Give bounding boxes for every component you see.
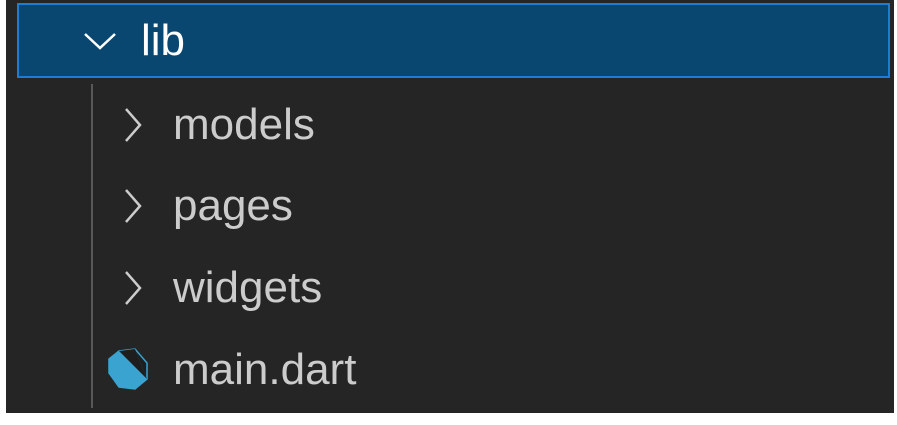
file-label: main.dart — [173, 345, 357, 394]
chevron-right-icon — [116, 268, 150, 308]
tree-file-main-dart[interactable]: main.dart — [6, 330, 894, 410]
dart-file-icon — [104, 346, 152, 394]
tree-folder-pages[interactable]: pages — [6, 166, 894, 246]
folder-label: pages — [173, 181, 293, 230]
folder-label: models — [173, 100, 315, 149]
tree-folder-models[interactable]: models — [6, 85, 894, 165]
chevron-right-icon — [116, 186, 150, 226]
tree-folder-lib[interactable]: lib — [17, 3, 890, 78]
tree-folder-widgets[interactable]: widgets — [6, 248, 894, 328]
folder-label: lib — [141, 15, 186, 65]
folder-label: widgets — [173, 263, 323, 312]
chevron-down-icon — [83, 21, 117, 61]
file-explorer: lib models pages widgets main.dart — [6, 0, 894, 413]
chevron-right-icon — [116, 105, 150, 145]
